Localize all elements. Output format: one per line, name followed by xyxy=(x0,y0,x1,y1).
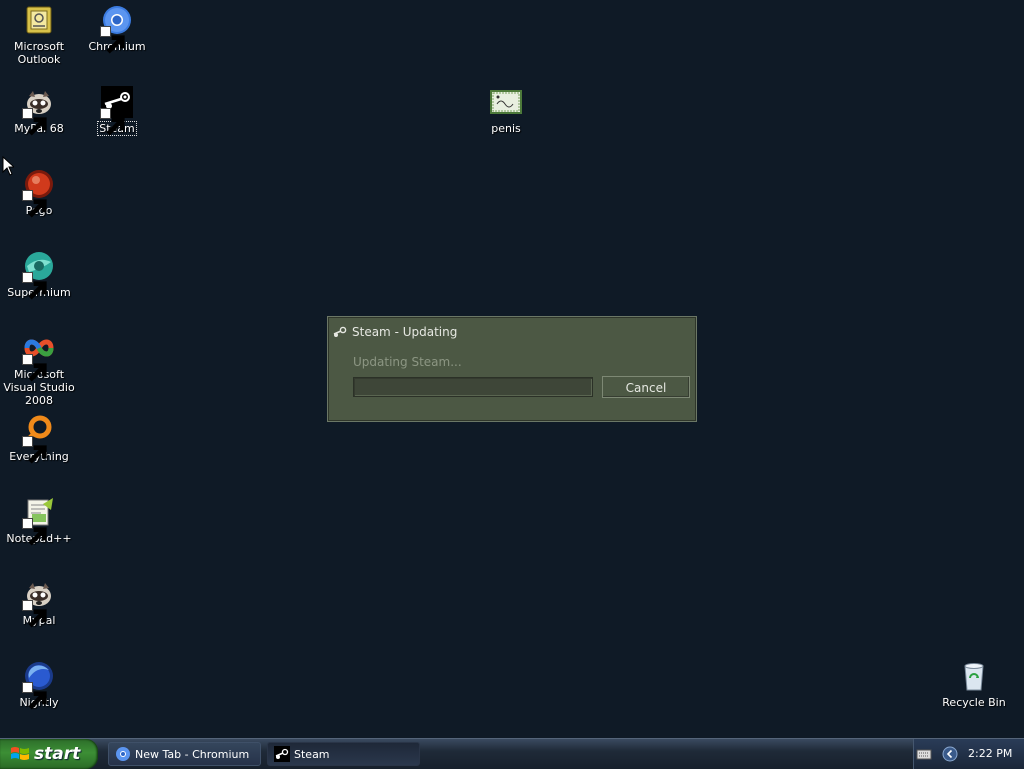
update-progress-bar xyxy=(353,377,593,397)
system-tray: 2:22 PM xyxy=(913,739,1024,769)
shortcut-arrow-icon xyxy=(22,436,47,464)
desktop-icon-nightly[interactable]: Nightly xyxy=(0,660,78,710)
desktop-icon-mypal68[interactable]: MyPal 68 xyxy=(0,86,78,136)
shortcut-arrow-icon xyxy=(22,518,47,546)
shortcut-arrow-icon xyxy=(22,108,47,136)
mypal-icon xyxy=(22,578,55,628)
nightly-icon xyxy=(22,660,55,710)
desktop-icon-outlook[interactable]: Microsoft Outlook xyxy=(0,4,78,66)
keyboard-icon[interactable] xyxy=(916,747,932,761)
update-status-text: Updating Steam... xyxy=(353,355,462,369)
shortcut-arrow-icon xyxy=(22,354,47,382)
steam-icon xyxy=(333,325,347,339)
windows-logo-icon xyxy=(10,745,30,763)
steam-icon xyxy=(100,86,133,136)
shortcut-arrow-icon xyxy=(100,26,125,54)
taskbar-button-steam[interactable]: Steam xyxy=(267,742,420,766)
dialog-titlebar[interactable]: Steam - Updating xyxy=(333,323,457,341)
taskbar-button-label: New Tab - Chromium xyxy=(135,747,250,761)
taskbar-buttons: New Tab - Chromium Steam xyxy=(108,741,426,767)
desktop-icon-label: Recycle Bin xyxy=(942,696,1006,709)
desktop-icon-chromium[interactable]: Chromium xyxy=(78,4,156,54)
outlook-icon xyxy=(23,4,55,36)
desktop-icon-recycle-bin[interactable]: Recycle Bin xyxy=(935,660,1013,709)
desktop-icon-mypal[interactable]: Mypal xyxy=(0,578,78,628)
desktop-icon-notepadpp[interactable]: Notepad++ xyxy=(0,496,78,546)
pego-icon xyxy=(22,168,55,218)
taskbar-button-label: Steam xyxy=(294,747,330,761)
desktop-icon-file[interactable]: penis xyxy=(467,86,545,135)
shortcut-arrow-icon xyxy=(100,108,125,136)
supermium-icon xyxy=(22,250,55,300)
steam-update-dialog: Steam - Updating Updating Steam... Cance… xyxy=(327,316,697,422)
desktop-icon-supermium[interactable]: Supermium xyxy=(0,250,78,300)
taskbar-button-chromium[interactable]: New Tab - Chromium xyxy=(108,742,261,766)
shortcut-arrow-icon xyxy=(22,272,47,300)
taskbar: start New Tab - Chromium Steam 2:22 PM xyxy=(0,738,1024,769)
start-label: start xyxy=(34,744,81,764)
desktop-icon-label: penis xyxy=(491,122,521,135)
shortcut-arrow-icon xyxy=(22,682,47,710)
show-hidden-icons-chevron-icon[interactable] xyxy=(942,746,958,762)
cancel-button[interactable]: Cancel xyxy=(602,376,690,398)
shortcut-arrow-icon xyxy=(22,190,47,218)
taskbar-clock[interactable]: 2:22 PM xyxy=(968,747,1012,760)
recycle-bin-icon xyxy=(958,660,990,692)
steam-icon xyxy=(274,746,290,762)
dialog-title: Steam - Updating xyxy=(352,325,458,339)
everything-icon xyxy=(22,414,55,464)
shortcut-arrow-icon xyxy=(22,600,47,628)
visual-studio-icon xyxy=(22,332,55,382)
mypal-icon xyxy=(22,86,55,136)
desktop-icon-visual-studio[interactable]: Microsoft Visual Studio 2008 xyxy=(0,332,78,407)
desktop-icon-everything[interactable]: Everything xyxy=(0,414,78,464)
chromium-icon xyxy=(100,4,133,54)
file-icon xyxy=(490,86,522,118)
desktop-icon-label: Microsoft Outlook xyxy=(13,40,65,66)
notepadpp-icon xyxy=(22,496,55,546)
start-button[interactable]: start xyxy=(0,739,98,769)
mouse-cursor-icon xyxy=(2,155,16,179)
desktop: Microsoft Outlook Chromium MyPal 68 Stea… xyxy=(0,0,1024,738)
chromium-icon xyxy=(115,746,131,762)
desktop-icon-steam[interactable]: Steam xyxy=(78,86,156,136)
